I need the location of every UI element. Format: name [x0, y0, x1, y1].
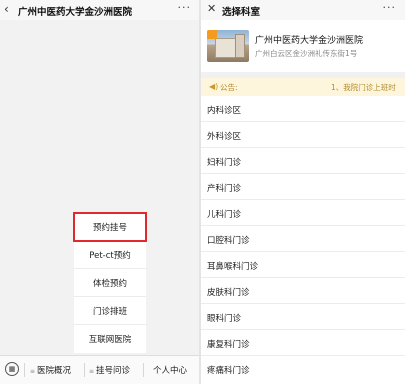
department-item[interactable]: 皮肤科门诊 — [201, 279, 405, 304]
back-icon[interactable]: ‹ — [4, 2, 9, 16]
department-label: 眼科门诊 — [207, 314, 242, 324]
logo-badge — [207, 30, 217, 39]
menu-item-schedule[interactable]: 门诊排班 — [74, 297, 146, 325]
menu-item-appointment[interactable]: 预约挂号 — [73, 212, 147, 242]
more-icon[interactable]: ··· — [383, 1, 397, 14]
department-item[interactable]: 康复科门诊 — [201, 331, 405, 356]
service-menu-popup: 预约挂号 Pet-ct预约 体检预约 门诊排班 互联网医院 — [73, 212, 147, 353]
bottom-menu-bar: ▦ ≡ 医院概况 ≡ 挂号问诊 个人中心 — [0, 355, 199, 384]
department-label: 内科诊区 — [207, 106, 242, 116]
department-label: 口腔科门诊 — [207, 236, 250, 246]
tab-label: 医院概况 — [37, 366, 72, 376]
department-label: 皮肤科门诊 — [207, 288, 250, 298]
department-label: 外科诊区 — [207, 132, 242, 142]
building-shape — [235, 34, 245, 58]
hospital-card[interactable]: 广州中医药大学金沙洲医院 广州白云区金沙洲礼传东街1号 — [201, 20, 405, 72]
tab-registration[interactable]: ≡ 挂号问诊 — [89, 364, 130, 376]
page-title: 广州中医药大学金沙洲医院 — [18, 7, 133, 18]
department-item[interactable]: 口腔科门诊 — [201, 227, 405, 252]
department-item[interactable]: 外科诊区 — [201, 123, 405, 148]
department-label: 康复科门诊 — [207, 340, 250, 350]
menu-item-internet-hospital[interactable]: 互联网医院 — [74, 325, 146, 353]
speaker-icon: ◀) — [209, 82, 219, 91]
department-item[interactable]: 妇科门诊 — [201, 149, 405, 174]
divider — [143, 363, 144, 377]
more-icon[interactable]: ··· — [178, 1, 192, 14]
close-icon[interactable]: ✕ — [207, 2, 216, 15]
department-label: 产科门诊 — [207, 184, 242, 194]
department-item[interactable]: 疼痛科门诊 — [201, 357, 405, 384]
department-item[interactable]: 耳鼻喉科门诊 — [201, 253, 405, 278]
department-label: 耳鼻喉科门诊 — [207, 262, 259, 272]
department-item[interactable]: 眼科门诊 — [201, 305, 405, 330]
department-item[interactable]: 儿科门诊 — [201, 201, 405, 226]
right-nav-bar: ✕ 选择科室 ··· — [201, 0, 405, 20]
department-item[interactable]: 产科门诊 — [201, 175, 405, 200]
notice-bar[interactable]: ◀) 公告: 1、我院门诊上班时 — [201, 78, 405, 96]
hospital-photo — [207, 30, 249, 62]
right-pane: ✕ 选择科室 ··· 广州中医药大学金沙洲医院 广州白云区金沙洲礼传东街1号 ◀… — [201, 0, 405, 384]
tab-personal-center[interactable]: 个人中心 — [153, 364, 187, 376]
menu-lines-icon: ≡ — [30, 368, 36, 375]
notice-label: 公告: — [220, 83, 238, 92]
tab-label: 挂号问诊 — [96, 366, 131, 376]
menu-item-checkup[interactable]: 体检预约 — [74, 269, 146, 297]
page-title: 选择科室 — [222, 7, 261, 18]
hospital-address: 广州白云区金沙洲礼传东街1号 — [255, 49, 358, 58]
department-label: 疼痛科门诊 — [207, 366, 250, 376]
left-pane: ‹ 广州中医药大学金沙洲医院 ··· 预约挂号 Pet-ct预约 体检预约 门诊… — [0, 0, 199, 384]
divider — [84, 363, 85, 377]
menu-lines-icon: ≡ — [89, 368, 95, 375]
department-item[interactable]: 内科诊区 — [201, 97, 405, 122]
department-label: 妇科门诊 — [207, 158, 242, 168]
hospital-name: 广州中医药大学金沙洲医院 — [255, 36, 364, 46]
divider — [24, 363, 25, 377]
notice-text: 1、我院门诊上班时 — [331, 83, 396, 92]
keyboard-icon[interactable]: ▦ — [5, 362, 19, 376]
menu-item-petct[interactable]: Pet-ct预约 — [74, 241, 146, 269]
left-nav-bar: ‹ 广州中医药大学金沙洲医院 ··· — [0, 0, 199, 20]
tab-hospital-overview[interactable]: ≡ 医院概况 — [30, 364, 71, 376]
building-shape — [215, 38, 237, 58]
department-label: 儿科门诊 — [207, 210, 242, 220]
